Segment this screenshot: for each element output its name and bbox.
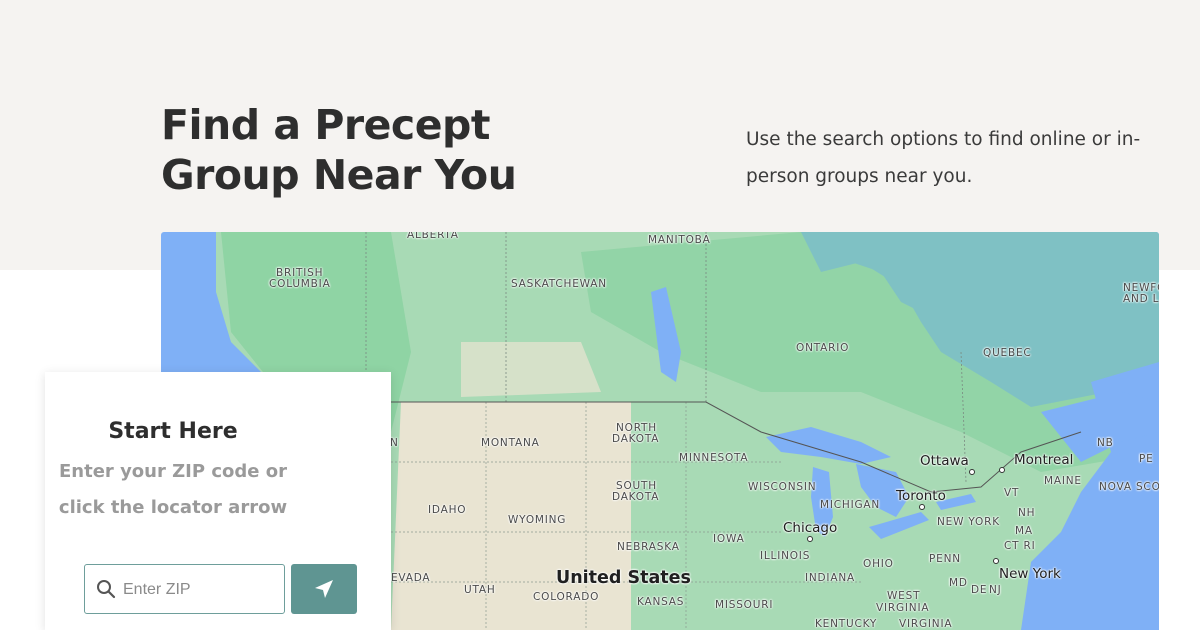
map-label-illinois: ILLINOIS — [760, 550, 811, 562]
map-label-nevada: EVADA — [391, 572, 431, 584]
map-label-virginia: VIRGINIA — [899, 618, 953, 630]
map-label-ct-ri: CT RI — [1004, 540, 1036, 552]
city-marker-new-york — [993, 558, 999, 564]
city-marker-toronto — [919, 504, 925, 510]
map-label-british-columbia-2: COLUMBIA — [269, 278, 331, 290]
search-icon — [97, 580, 116, 599]
map-label-west-virginia-1: WEST — [887, 590, 921, 602]
map-label-ohio: OHIO — [863, 558, 894, 570]
map-label-montreal: Montreal — [1014, 452, 1074, 468]
map-label-quebec: QUEBEC — [983, 347, 1032, 359]
map-label-toronto: Toronto — [896, 488, 946, 504]
map-label-new-york-city: New York — [999, 566, 1061, 582]
map-label-md: MD — [949, 577, 968, 589]
plains-region-2 — [461, 342, 601, 397]
map-label-manitoba: MANITOBA — [648, 234, 711, 246]
map-label-united-states: United States — [556, 568, 691, 588]
map-label-colorado: COLORADO — [533, 591, 600, 603]
map-label-iowa: IOWA — [713, 533, 745, 545]
city-marker-chicago — [807, 536, 813, 542]
map-label-nebraska: NEBRASKA — [617, 541, 680, 553]
map-label-ontario: ONTARIO — [796, 342, 850, 354]
map-label-de: DE — [971, 584, 988, 596]
map-label-nj: NJ — [989, 584, 1002, 596]
map-label-indiana: INDIANA — [805, 572, 855, 584]
start-here-subtitle-line-2: click the locator arrow — [58, 497, 288, 518]
locate-me-button[interactable] — [291, 564, 357, 614]
map-label-north-dakota-2: DAKOTA — [612, 433, 660, 445]
map-label-kentucky: KENTUCKY — [815, 618, 878, 630]
city-marker-montreal — [999, 467, 1005, 473]
map-label-vt: VT — [1004, 487, 1020, 499]
map-label-nova-scotia: NOVA SCO — [1099, 481, 1159, 493]
map-label-west-virginia-2: VIRGINIA — [876, 602, 930, 614]
map-label-ottawa: Ottawa — [920, 453, 969, 469]
map-label-kansas: KANSAS — [637, 596, 685, 608]
map-label-n-edge: N — [390, 437, 399, 449]
map-label-chicago: Chicago — [783, 520, 838, 536]
map-label-montana: MONTANA — [481, 437, 540, 449]
map-label-pe: PE — [1139, 453, 1154, 465]
page-title-line-2: Group Near You — [161, 151, 517, 199]
map-label-newfoundland-2: AND L — [1123, 293, 1159, 305]
map-label-saskatchewan: SASKATCHEWAN — [511, 278, 607, 290]
page-title: Find a Precept Group Near You — [161, 100, 517, 200]
map-label-ma: MA — [1015, 525, 1033, 537]
map-label-wyoming: WYOMING — [508, 514, 567, 526]
map-label-nb: NB — [1097, 437, 1114, 449]
city-marker-ottawa — [969, 469, 975, 475]
page-title-line-1: Find a Precept — [161, 101, 490, 149]
map-label-idaho: IDAHO — [428, 504, 467, 516]
intro-text: Use the search options to find online or… — [746, 129, 1141, 187]
map-label-penn: PENN — [929, 553, 961, 565]
navigation-arrow-icon — [315, 580, 333, 598]
start-here-subtitle-line-1: Enter your ZIP code or — [59, 461, 287, 482]
map-label-minnesota: MINNESOTA — [679, 452, 749, 464]
map-label-michigan: MICHIGAN — [820, 499, 881, 511]
zip-input[interactable] — [121, 565, 283, 614]
map-label-utah: UTAH — [464, 584, 496, 596]
start-here-title: Start Here — [108, 419, 238, 444]
map-label-maine: MAINE — [1044, 475, 1082, 487]
map-label-missouri: MISSOURI — [715, 599, 774, 611]
map-label-new-york-state: NEW YORK — [937, 516, 1000, 528]
zip-search-field[interactable] — [84, 564, 285, 614]
map-label-south-dakota-2: DAKOTA — [612, 491, 660, 503]
map-label-wisconsin: WISCONSIN — [748, 481, 817, 493]
map-label-alberta: ALBERTA — [407, 232, 459, 241]
map-label-nh: NH — [1018, 507, 1036, 519]
